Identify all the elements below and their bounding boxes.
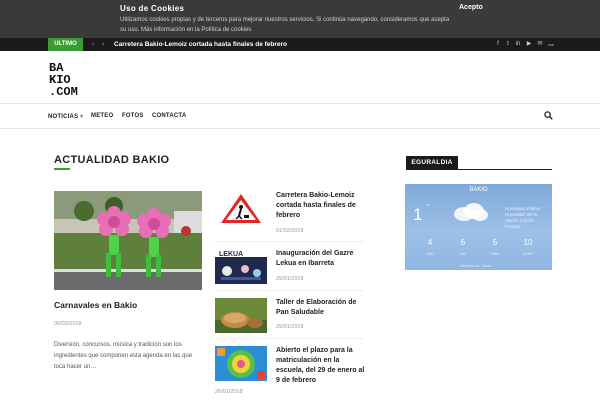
forecast-temp: 6 bbox=[460, 238, 466, 247]
post-title-link[interactable]: Inauguración del Gazre Lekua en Ibarreta bbox=[276, 249, 366, 269]
forecast-temp: 4 bbox=[427, 238, 433, 247]
section-title: ACTUALIDAD BAKIO bbox=[54, 154, 170, 166]
nav-item-contacta[interactable]: CONTACTA bbox=[152, 113, 186, 119]
post-date: 29/01/2018 bbox=[276, 276, 304, 282]
cookie-bar: Uso de Cookies Utilizamos cookies propia… bbox=[0, 0, 600, 38]
cloud-icon bbox=[454, 203, 488, 221]
post-title-link[interactable]: Taller de Elaboración de Pan Saludable bbox=[276, 298, 366, 318]
forecast-day: SÁB bbox=[490, 251, 499, 256]
cookie-title: Uso de Cookies bbox=[120, 4, 185, 13]
post-date: 01/02/2018 bbox=[276, 228, 304, 234]
nav-item-noticias[interactable]: NOTICIAS ▾ bbox=[48, 113, 83, 120]
logo-line3: .COM bbox=[49, 85, 78, 96]
section-underline bbox=[54, 168, 70, 170]
cookie-accept-button[interactable]: Acepto bbox=[459, 4, 483, 11]
post-separator bbox=[215, 338, 364, 339]
facebook-icon[interactable]: f bbox=[493, 38, 503, 51]
post-thumbnail-school[interactable] bbox=[215, 346, 267, 381]
forecast-day: DOM bbox=[523, 251, 533, 256]
forecast-temp: 10 bbox=[523, 238, 533, 247]
post-title-link[interactable]: Abierto el plazo para la matriculación e… bbox=[276, 346, 366, 386]
nav-top-border bbox=[0, 103, 600, 104]
widget-title: EGURALDIA bbox=[406, 156, 458, 169]
nav-item-fotos[interactable]: FOTOS bbox=[122, 113, 144, 119]
featured-excerpt: Diversión, concursos, música y tradición… bbox=[54, 342, 193, 370]
ticker-prev-button[interactable]: ‹ bbox=[92, 38, 94, 51]
rss-icon[interactable]: rss bbox=[546, 38, 556, 51]
ticker-next-button[interactable]: › bbox=[102, 38, 104, 51]
weather-credit: Eltiempo.net · Bakio bbox=[460, 264, 492, 268]
youtube-icon[interactable]: ▶ bbox=[524, 38, 534, 51]
forecast-day: JUE bbox=[426, 251, 434, 256]
email-icon[interactable]: ✉ bbox=[535, 38, 545, 51]
forecast-day: VIE bbox=[459, 251, 467, 256]
twitter-icon[interactable]: t bbox=[503, 38, 513, 51]
post-title-link[interactable]: Carretera Bakio-Lemoiz cortada hasta fin… bbox=[276, 191, 366, 221]
post-date: 26/01/2018 bbox=[215, 389, 243, 395]
post-separator bbox=[215, 241, 364, 242]
featured-title-link[interactable]: Carnavales en Bakio bbox=[54, 300, 137, 310]
latest-badge: ULTIMO bbox=[48, 38, 83, 51]
forecast-temp: 5 bbox=[492, 238, 498, 247]
weather-current-temp: 1 bbox=[413, 205, 423, 224]
logo-graphic: BA KIO .COM bbox=[48, 60, 92, 99]
thumbnail-text: LEKUA bbox=[219, 251, 243, 258]
site-logo[interactable]: BA KIO .COM bbox=[48, 60, 92, 99]
post-separator bbox=[215, 290, 364, 291]
post-thumbnail-roadwork[interactable] bbox=[215, 191, 267, 226]
featured-image[interactable] bbox=[54, 191, 202, 290]
nav-bottom-border bbox=[0, 128, 600, 129]
post-thumbnail-lekua[interactable]: LEKUA bbox=[215, 249, 267, 284]
weather-widget[interactable]: BAKIO 1 ° Humedad relativa Humedad: 93 %… bbox=[405, 184, 552, 270]
chevron-down-icon: ▾ bbox=[80, 114, 84, 120]
featured-date: 06/02/2018 bbox=[54, 321, 82, 327]
post-thumbnail-bread[interactable] bbox=[215, 298, 267, 333]
weather-details: Humedad relativa Humedad: 93 % Viento: 2… bbox=[505, 206, 540, 230]
post-date: 29/01/2018 bbox=[276, 324, 304, 330]
linkedin-icon[interactable]: in bbox=[513, 38, 523, 51]
cookie-text: Utilizamos cookies propias y de terceros… bbox=[120, 17, 450, 33]
weather-detail-line: Presión: ... bbox=[505, 224, 527, 229]
weather-degree-symbol: ° bbox=[427, 204, 430, 211]
ticker-headline-link[interactable]: Carretera Bakio-Lemoiz cortada hasta fin… bbox=[114, 38, 287, 51]
nav-item-label: NOTICIAS bbox=[48, 114, 79, 120]
widget-title-rule bbox=[406, 169, 552, 170]
weather-city: BAKIO bbox=[469, 187, 488, 193]
nav-item-meteo[interactable]: METEO bbox=[91, 113, 113, 119]
search-icon[interactable] bbox=[544, 111, 553, 120]
